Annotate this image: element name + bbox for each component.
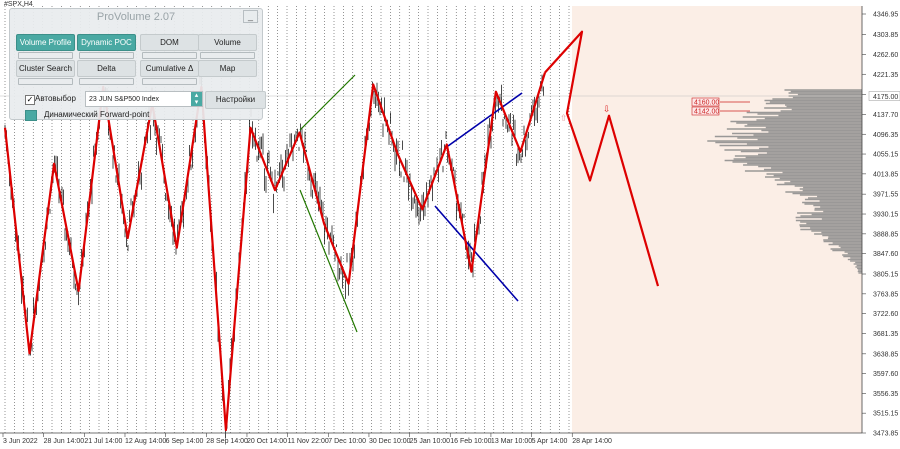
forward-point-label: Динамический Forward-point [44, 110, 150, 119]
volume-settings[interactable] [200, 52, 255, 59]
date-tick-label: 11 Nov 22:00 [288, 438, 329, 445]
current-price-label: 4175.00 [873, 94, 898, 101]
delta-button[interactable]: Delta [77, 60, 136, 77]
dom-button[interactable]: DOM [140, 34, 199, 51]
instrument-value: 23 JUN S&P500 Index [89, 96, 160, 103]
provolume-panel[interactable]: ProVolume 2.07 _ Volume Profile Dynamic … [9, 8, 266, 121]
price-tick-label: 4055.15 [873, 152, 898, 159]
date-tick-label: 7 Dec 10:00 [328, 438, 366, 445]
settings-button[interactable]: Настройки [205, 91, 266, 109]
date-tick-label: 30 Dec 10:00 [369, 438, 411, 445]
delta-settings[interactable] [79, 78, 134, 85]
price-tick-label: 3971.55 [873, 192, 898, 199]
price-tick-label: 3763.85 [873, 291, 898, 298]
cumulative-delta-settings[interactable] [142, 78, 197, 85]
price-tick-label: 4346.95 [873, 12, 898, 19]
forecast-zone [572, 6, 862, 433]
date-tick-label: 28 Apr 14:00 [572, 438, 612, 445]
price-tick-label: 4221.35 [873, 72, 898, 79]
minimize-button[interactable]: _ [243, 10, 258, 23]
date-tick-label: 25 Jan 10:00 [410, 438, 451, 445]
price-tick-label: 3722.60 [873, 311, 898, 318]
price-tick-label: 3805.15 [873, 272, 898, 279]
dynamic-poc-button[interactable]: Dynamic POC [77, 34, 136, 51]
price-tick-label: 3847.60 [873, 251, 898, 258]
date-tick-label: 13 Mar 10:00 [491, 438, 532, 445]
date-tick-label: 6 Sep 14:00 [166, 438, 204, 445]
volume-profile-settings[interactable] [18, 52, 73, 59]
date-tick-label: 12 Aug 14:00 [125, 438, 166, 445]
chart-area[interactable]: ⇧ ⇩ 4160.00 4142.00 4346.95 4303.85 4262.60… [0, 0, 900, 449]
chevron-updown-icon[interactable]: ▴ ▾ [191, 92, 202, 106]
level-label: 4160.00 [694, 100, 719, 107]
date-tick-label: 3 Jun 2022 [3, 438, 38, 445]
current-price-tag: 4175.00 [868, 91, 900, 101]
price-tick-label: 3556.35 [873, 391, 898, 398]
date-tick-label: 21 Jul 14:00 [84, 438, 122, 445]
instrument-select[interactable]: 23 JUN S&P500 Index ▴ ▾ [85, 91, 203, 107]
auto-select-label: Автовыбор [35, 94, 76, 103]
date-tick-label: 5 Apr 14:00 [532, 438, 568, 445]
map-button[interactable]: Map [198, 60, 257, 77]
price-tick-label: 3681.35 [873, 331, 898, 338]
price-tick-label: 3515.15 [873, 411, 898, 418]
date-tick-label: 20 Oct 14:00 [247, 438, 287, 445]
level-label: 4142.00 [694, 109, 719, 116]
dynamic-poc-settings[interactable] [79, 52, 134, 59]
date-tick-label: 28 Jun 14:00 [44, 438, 85, 445]
up-arrow-icon: ⇧ [560, 114, 568, 124]
price-tick-label: 3597.60 [873, 371, 898, 378]
symbol-label: #SPX,H4 [4, 1, 33, 8]
cluster-search-button[interactable]: Cluster Search [16, 60, 75, 77]
forward-point-toggle[interactable] [25, 110, 37, 121]
date-tick-label: 16 Feb 10:00 [450, 438, 491, 445]
price-tick-label: 3638.85 [873, 351, 898, 358]
auto-select-checkbox[interactable]: ✓ [25, 95, 35, 105]
price-tick-label: 4303.85 [873, 32, 898, 39]
down-arrow-icon: ⇩ [603, 105, 611, 115]
price-tick-label: 3888.85 [873, 231, 898, 238]
price-tick-label: 4137.70 [873, 112, 898, 119]
date-tick-label: 28 Sep 14:00 [206, 438, 248, 445]
volume-profile-button[interactable]: Volume Profile [16, 34, 75, 51]
price-tick-label: 3473.85 [873, 431, 898, 438]
cumulative-delta-button[interactable]: Cumulative Δ [140, 60, 199, 77]
price-tick-label: 4013.85 [873, 171, 898, 178]
cluster-search-settings[interactable] [18, 78, 73, 85]
volume-button[interactable]: Volume [198, 34, 257, 51]
price-tick-label: 3930.15 [873, 212, 898, 219]
price-tick-label: 4096.35 [873, 132, 898, 139]
price-tick-label: 4262.60 [873, 52, 898, 59]
dom-settings[interactable] [142, 52, 197, 59]
panel-title: ProVolume 2.07 [96, 11, 176, 23]
